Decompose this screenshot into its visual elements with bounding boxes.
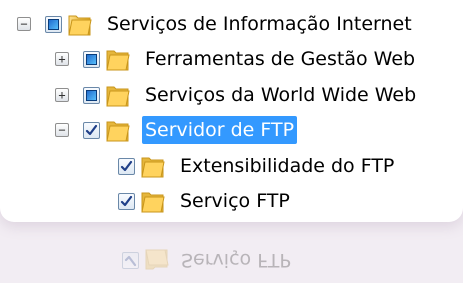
- tree-label-servico-ftp[interactable]: Serviço FTP: [177, 187, 293, 215]
- feature-tree: − Serviços de Informação Internet + Ferr…: [0, 0, 463, 222]
- reflected-folder-icon: [145, 249, 169, 270]
- reflected-checkmark-icon: [124, 255, 137, 267]
- collapse-expander-icon[interactable]: −: [55, 123, 69, 137]
- partial-fill-icon: [48, 18, 59, 30]
- folder-icon: [141, 192, 165, 212]
- screen-stage: − Serviços de Informação Internet + Ferr…: [0, 0, 463, 283]
- tree-node-ferramentas[interactable]: + Ferramentas de Gestão Web: [55, 41, 418, 77]
- tree-node-servico-ftp[interactable]: Serviço FTP: [118, 183, 293, 219]
- partial-checkbox[interactable]: [83, 86, 100, 104]
- checkmark-icon: [120, 160, 133, 171]
- tree-label-servidor-ftp[interactable]: Servidor de FTP: [142, 116, 298, 144]
- partial-fill-icon: [86, 89, 97, 101]
- folder-icon: [106, 50, 130, 70]
- partial-fill-icon: [86, 53, 97, 65]
- reflection: Serviço FTP: [0, 224, 463, 283]
- tree-node-root[interactable]: − Serviços de Informação Internet: [17, 6, 415, 42]
- tree-node-servidor-ftp[interactable]: − Servidor de FTP: [55, 112, 298, 148]
- checked-checkbox[interactable]: [83, 121, 100, 139]
- folder-icon: [106, 86, 130, 106]
- checkmark-icon: [120, 195, 133, 206]
- partial-checkbox[interactable]: [45, 15, 62, 33]
- tree-label-root[interactable]: Serviços de Informação Internet: [104, 10, 415, 38]
- tree-label-ferramentas[interactable]: Ferramentas de Gestão Web: [142, 45, 418, 73]
- checked-checkbox[interactable]: [118, 192, 135, 210]
- folder-icon: [106, 121, 130, 141]
- checked-checkbox[interactable]: [118, 157, 135, 175]
- tree-label-servicos-www[interactable]: Serviços da World Wide Web: [142, 81, 419, 109]
- tree-node-servicos-www[interactable]: + Serviços da World Wide Web: [55, 77, 419, 113]
- tree-label-extensibilidade-ftp[interactable]: Extensibilidade do FTP: [177, 152, 397, 180]
- collapse-expander-icon[interactable]: −: [17, 17, 31, 31]
- folder-icon: [141, 157, 165, 177]
- reflected-tree-node: Serviço FTP: [122, 248, 291, 273]
- tree-node-extensibilidade-ftp[interactable]: Extensibilidade do FTP: [118, 148, 397, 184]
- expand-expander-icon[interactable]: +: [55, 88, 69, 102]
- expand-expander-icon[interactable]: +: [55, 52, 69, 66]
- reflected-label: Serviço FTP: [181, 249, 291, 272]
- folder-icon: [68, 15, 92, 35]
- reflected-checkbox: [122, 252, 139, 269]
- checkmark-icon: [85, 124, 98, 135]
- partial-checkbox[interactable]: [83, 50, 100, 68]
- tree-panel: − Serviços de Informação Internet + Ferr…: [0, 0, 463, 222]
